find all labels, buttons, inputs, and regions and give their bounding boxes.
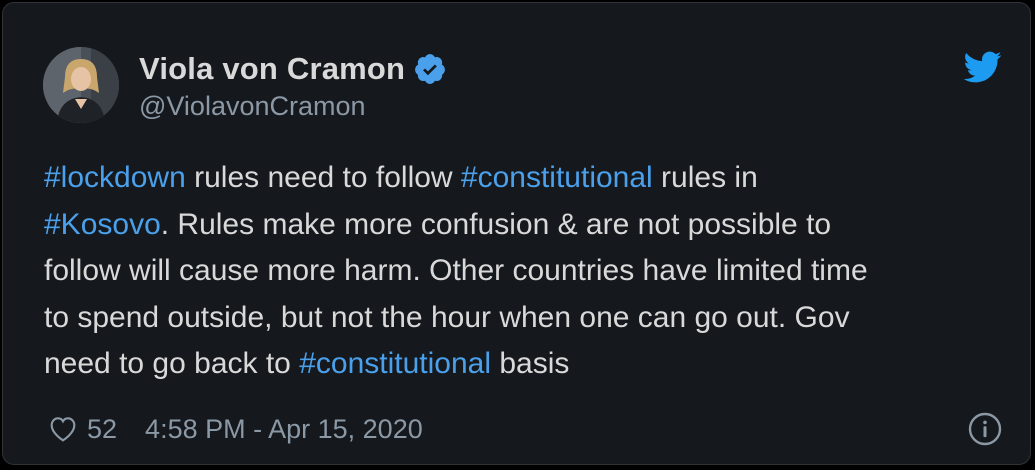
- tweet-text: #lockdown rules need to follow #constitu…: [44, 155, 1004, 388]
- hashtag-link[interactable]: #constitutional: [299, 347, 491, 380]
- tweet-text-segment: basis: [491, 347, 570, 380]
- tweet-text-segment: rules in: [652, 161, 758, 194]
- tweet-line: #Kosovo. Rules make more confusion & are…: [44, 202, 1004, 249]
- twitter-bird-icon[interactable]: [962, 50, 1002, 84]
- tweet-timestamp[interactable]: 4:58 PM - Apr 15, 2020: [145, 414, 423, 445]
- avatar[interactable]: [43, 47, 119, 123]
- avatar-photo: [43, 47, 119, 123]
- tweet-text-segment: rules need to follow: [185, 161, 461, 194]
- tweet-text-segment: . Rules make more confusion & are not po…: [160, 207, 832, 241]
- author-row: Viola von Cramon: [139, 47, 447, 91]
- verified-badge-icon: [415, 54, 446, 84]
- tweet-line: follow will cause more harm. Other count…: [44, 248, 1004, 295]
- tweet-text-segment: need to go back to: [44, 347, 300, 380]
- tweet-line: to spend outside, but not the hour when …: [44, 295, 1004, 342]
- hashtag-link[interactable]: #constitutional: [461, 161, 653, 194]
- like-count: 52: [87, 413, 118, 444]
- heart-icon[interactable]: [47, 413, 79, 445]
- tweet-line: #lockdown rules need to follow #constitu…: [44, 155, 1004, 202]
- author-name[interactable]: Viola von Cramon: [139, 51, 405, 87]
- info-icon[interactable]: [967, 411, 1003, 447]
- tweet-footer: 52 4:58 PM - Apr 15, 2020: [47, 409, 423, 449]
- author-handle[interactable]: @ViolavonCramon: [139, 91, 366, 122]
- hashtag-link[interactable]: #Kosovo: [44, 208, 161, 241]
- hashtag-link[interactable]: #lockdown: [44, 161, 186, 194]
- tweet-text-segment: follow will cause more harm. Other count…: [44, 254, 868, 287]
- tweet-line: need to go back to #constitutional basis: [44, 341, 1004, 388]
- tweet-card: Viola von Cramon @ViolavonCramon #lockdo…: [2, 2, 1031, 465]
- tweet-text-segment: to spend outside, but not the hour when …: [44, 300, 850, 334]
